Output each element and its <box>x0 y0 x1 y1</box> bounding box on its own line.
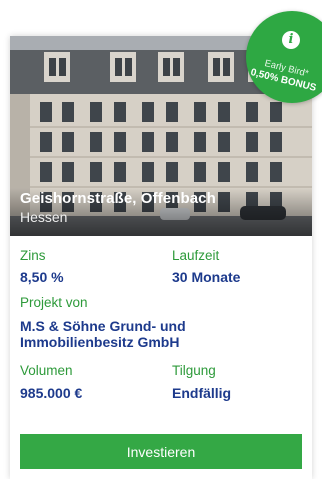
volume-label: Volumen <box>20 363 73 378</box>
invest-button[interactable]: Investieren <box>20 434 302 469</box>
project-title[interactable]: Geishornstraße, Offenbach <box>20 190 216 207</box>
repayment-label: Tilgung <box>172 363 216 378</box>
volume-value: 985.000 € <box>20 385 83 401</box>
project-region: Hessen <box>20 209 68 225</box>
repayment-value: Endfällig <box>172 385 232 401</box>
term-value: 30 Monate <box>172 269 241 285</box>
info-icon[interactable]: i <box>282 31 300 49</box>
project-card[interactable]: Geishornstraße, Offenbach Hessen Zins 8,… <box>10 36 312 479</box>
term-label: Laufzeit <box>172 248 220 263</box>
interest-label: Zins <box>20 248 46 263</box>
interest-value: 8,50 % <box>20 269 64 285</box>
developer-value: M.S & Söhne Grund- und Immobilienbesitz … <box>20 318 186 350</box>
developer-label: Projekt von <box>20 295 88 310</box>
